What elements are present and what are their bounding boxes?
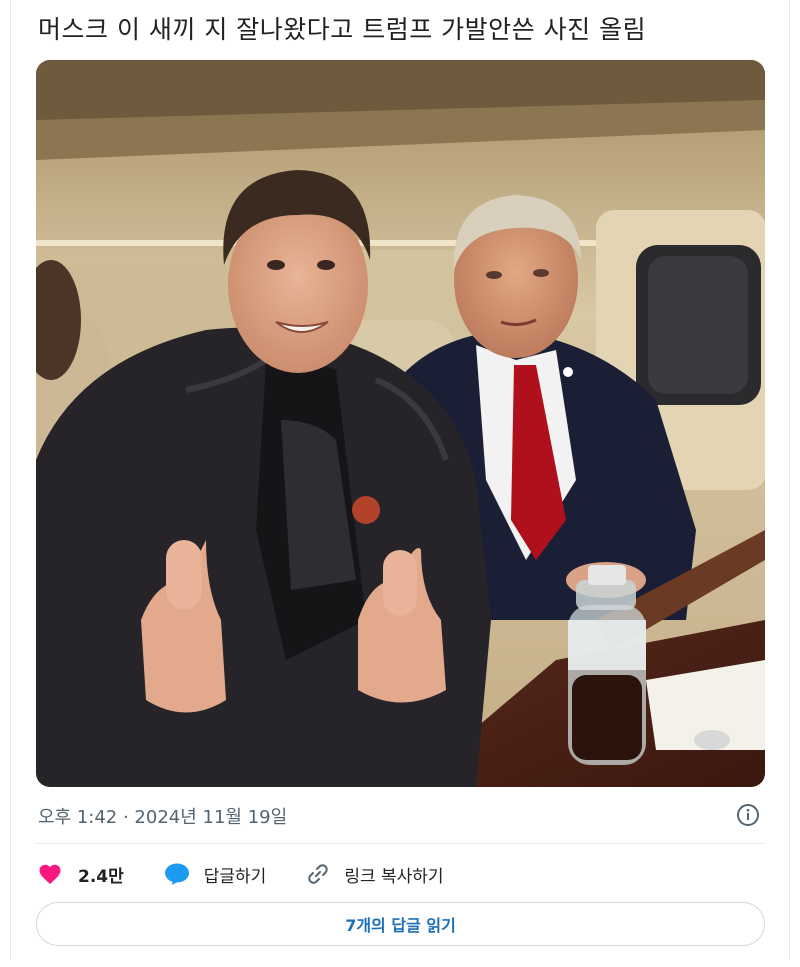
copy-link-label: 링크 복사하기: [344, 866, 444, 887]
copy-link-button[interactable]: 링크 복사하기: [306, 862, 444, 887]
read-replies-label: 7개의 답글 읽기: [345, 916, 456, 935]
reply-button[interactable]: 답글하기: [164, 862, 267, 887]
post-headline: 머스크 이 새끼 지 잘나왔다고 트럼프 가발안쓴 사진 올림: [38, 15, 647, 44]
read-replies-button[interactable]: 7개의 답글 읽기: [36, 902, 765, 946]
post-photo[interactable]: [36, 60, 765, 787]
link-icon: [308, 864, 329, 884]
action-bar: 2.4만 답글하기 링크 복사하기: [38, 858, 484, 890]
divider: [36, 843, 765, 844]
reply-label: 답글하기: [203, 866, 267, 887]
like-button[interactable]: 2.4만: [38, 862, 124, 887]
info-icon[interactable]: [736, 803, 760, 827]
photo-illustration: [36, 60, 765, 787]
like-count: 2.4만: [78, 866, 124, 887]
post-timestamp: 오후 1:42 · 2024년 11월 19일: [38, 807, 288, 828]
heart-icon: [39, 864, 61, 884]
speech-bubble-icon: [164, 863, 189, 885]
